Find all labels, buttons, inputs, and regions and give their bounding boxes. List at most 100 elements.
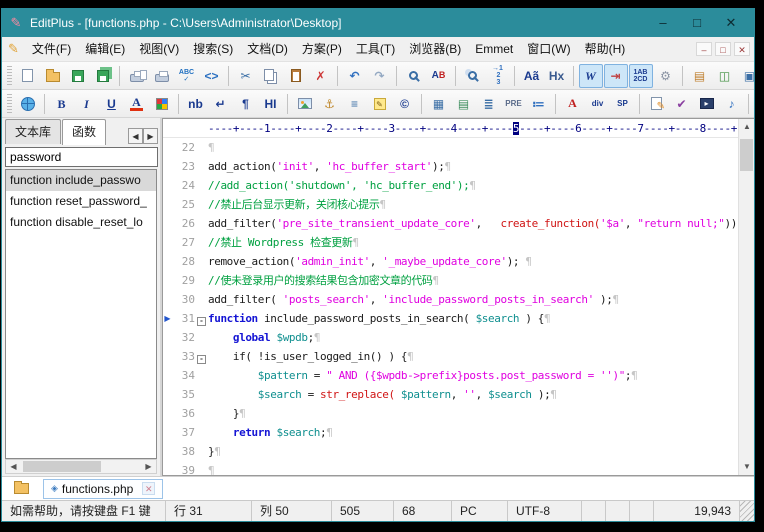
spell-check-button[interactable]: ABC ✓ bbox=[175, 64, 199, 88]
delete-button[interactable]: ✗ bbox=[309, 64, 333, 88]
code-line[interactable]: 25//禁止后台显示更新，关闭核心提示¶ bbox=[163, 195, 738, 214]
maximize-button[interactable]: □ bbox=[680, 12, 714, 34]
mdi-close-button[interactable]: ✕ bbox=[734, 42, 750, 56]
function-list-item[interactable]: function reset_password_ bbox=[6, 191, 156, 212]
italic-button[interactable]: I bbox=[75, 92, 99, 116]
mdi-minimize-button[interactable]: – bbox=[696, 42, 712, 56]
multicolor-check-button[interactable]: ✔ bbox=[670, 92, 694, 116]
code-line[interactable]: 30add_filter( 'posts_search', 'include_p… bbox=[163, 290, 738, 309]
open-file-button[interactable] bbox=[41, 64, 65, 88]
file-window-button[interactable]: ◫ bbox=[713, 64, 737, 88]
code-line[interactable]: 29//使未登录用户的搜索结果包含加密文章的代码¶ bbox=[163, 271, 738, 290]
replace-button[interactable] bbox=[427, 64, 451, 88]
line-number-button[interactable]: 1AB 2CD bbox=[629, 64, 653, 88]
hrule-button[interactable]: ≡ bbox=[343, 92, 367, 116]
view-source-button[interactable]: <> bbox=[200, 64, 224, 88]
cut-button[interactable]: ✂ bbox=[234, 64, 258, 88]
insert-image-button[interactable] bbox=[293, 92, 317, 116]
find-in-files-button[interactable] bbox=[461, 64, 485, 88]
function-list-item[interactable]: function disable_reset_lo bbox=[6, 212, 156, 233]
code-line[interactable]: 23add_action('init', 'hc_buffer_start');… bbox=[163, 157, 738, 176]
menu-item-emmet[interactable]: Emmet bbox=[468, 39, 520, 59]
code-editor[interactable]: 22¶23add_action('init', 'hc_buffer_start… bbox=[163, 138, 738, 475]
menu-item-tools[interactable]: 工具(T) bbox=[349, 39, 402, 59]
code-line[interactable]: 28remove_action('admin_init', '_maybe_up… bbox=[163, 252, 738, 271]
tab-scroll-right-icon[interactable]: ▶ bbox=[143, 128, 158, 144]
code-line[interactable]: 26add_filter('pre_site_transient_update_… bbox=[163, 214, 738, 233]
combo-field-button[interactable]: ◫ bbox=[754, 92, 755, 116]
new-file-button[interactable] bbox=[16, 64, 40, 88]
document-tab-functions-php[interactable]: ◈ functions.php ✕ bbox=[43, 479, 163, 499]
code-line[interactable]: 22¶ bbox=[163, 138, 738, 157]
menu-item-file[interactable]: 文件(F) bbox=[25, 39, 78, 59]
paragraph-button[interactable]: ¶ bbox=[234, 92, 258, 116]
nbsp-button[interactable]: nb bbox=[184, 92, 208, 116]
tab-scroll-left-icon[interactable]: ◀ bbox=[128, 128, 143, 144]
toolbar-grip[interactable] bbox=[7, 66, 12, 86]
tab-close-icon[interactable]: ✕ bbox=[142, 482, 155, 495]
menu-item-window[interactable]: 窗口(W) bbox=[520, 39, 577, 59]
color-picker-button[interactable] bbox=[150, 92, 174, 116]
menu-item-browser[interactable]: 浏览器(B) bbox=[402, 39, 468, 59]
list-button[interactable]: ≔ bbox=[527, 92, 551, 116]
code-line[interactable]: 33- if( !is_user_logged_in() ) {¶ bbox=[163, 347, 738, 366]
fold-toggle[interactable]: - bbox=[195, 348, 208, 366]
function-filter-input[interactable] bbox=[5, 147, 158, 167]
span-tag-button[interactable]: SP bbox=[611, 92, 635, 116]
bold-button[interactable]: B bbox=[50, 92, 74, 116]
menu-item-help[interactable]: 帮助(H) bbox=[578, 39, 633, 59]
code-line[interactable]: 39¶ bbox=[163, 461, 738, 475]
font-tag-button[interactable] bbox=[561, 92, 585, 116]
table-button[interactable]: ▦ bbox=[427, 92, 451, 116]
scroll-right-icon[interactable]: ▶ bbox=[141, 460, 156, 473]
browser-preview-button[interactable]: ▣ bbox=[738, 64, 755, 88]
menu-item-project[interactable]: 方案(P) bbox=[295, 39, 349, 59]
code-line[interactable]: 38}¶ bbox=[163, 442, 738, 461]
scroll-thumb[interactable] bbox=[740, 139, 753, 171]
code-line[interactable]: 27//禁止 Wordpress 检查更新¶ bbox=[163, 233, 738, 252]
copy-button[interactable] bbox=[259, 64, 283, 88]
pre-tag-button[interactable]: PRE bbox=[502, 92, 526, 116]
find-button[interactable] bbox=[402, 64, 426, 88]
print-button[interactable] bbox=[150, 64, 174, 88]
menu-item-edit[interactable]: 编辑(E) bbox=[78, 39, 132, 59]
div-tag-button[interactable]: div bbox=[586, 92, 610, 116]
heading-button[interactable]: HI bbox=[259, 92, 283, 116]
save-all-button[interactable] bbox=[91, 64, 115, 88]
cliptext-window-button[interactable]: ▤ bbox=[688, 64, 712, 88]
browser-button[interactable] bbox=[16, 92, 40, 116]
tab-cliptext[interactable]: 文本库 bbox=[5, 119, 61, 144]
set-font-button[interactable]: Aã bbox=[520, 64, 544, 88]
text-color-button[interactable] bbox=[125, 92, 149, 116]
code-line[interactable]: 37 return $search;¶ bbox=[163, 423, 738, 442]
paste-button[interactable] bbox=[284, 64, 308, 88]
save-button[interactable] bbox=[66, 64, 90, 88]
comment-button[interactable] bbox=[368, 92, 392, 116]
auto-indent-button[interactable]: ⇥ bbox=[604, 64, 628, 88]
scroll-left-icon[interactable]: ◀ bbox=[6, 460, 21, 473]
copyright-button[interactable]: © bbox=[393, 92, 417, 116]
menu-item-view[interactable]: 视图(V) bbox=[132, 39, 186, 59]
undo-button[interactable]: ↶ bbox=[343, 64, 367, 88]
mdi-restore-button[interactable]: □ bbox=[715, 42, 731, 56]
align-button[interactable]: ≣ bbox=[477, 92, 501, 116]
underline-button[interactable]: U bbox=[100, 92, 124, 116]
preferences-button[interactable]: ⚙ bbox=[654, 64, 678, 88]
sound-button[interactable]: ♪ bbox=[720, 92, 744, 116]
anchor-button[interactable]: ⚓ bbox=[318, 92, 342, 116]
table-cell-button[interactable]: ▤ bbox=[452, 92, 476, 116]
code-line[interactable]: 36 }¶ bbox=[163, 404, 738, 423]
movie-button[interactable] bbox=[695, 92, 719, 116]
fold-toggle[interactable]: - bbox=[195, 310, 208, 328]
tab-functions[interactable]: 函数 bbox=[62, 119, 106, 145]
print-preview-button[interactable] bbox=[125, 64, 149, 88]
code-line[interactable]: 24//add_action('shutdown', 'hc_buffer_en… bbox=[163, 176, 738, 195]
redo-button[interactable]: ↷ bbox=[368, 64, 392, 88]
minimize-button[interactable]: – bbox=[646, 12, 680, 34]
resize-grip[interactable] bbox=[740, 501, 754, 521]
code-line[interactable]: ▶31-function include_password_posts_in_s… bbox=[163, 309, 738, 328]
form-edit-button[interactable] bbox=[645, 92, 669, 116]
code-line[interactable]: 34 $pattern = " AND ({$wpdb->prefix}post… bbox=[163, 366, 738, 385]
scroll-thumb[interactable] bbox=[23, 461, 101, 472]
code-line[interactable]: 35 $search = str_replace( $pattern, '', … bbox=[163, 385, 738, 404]
